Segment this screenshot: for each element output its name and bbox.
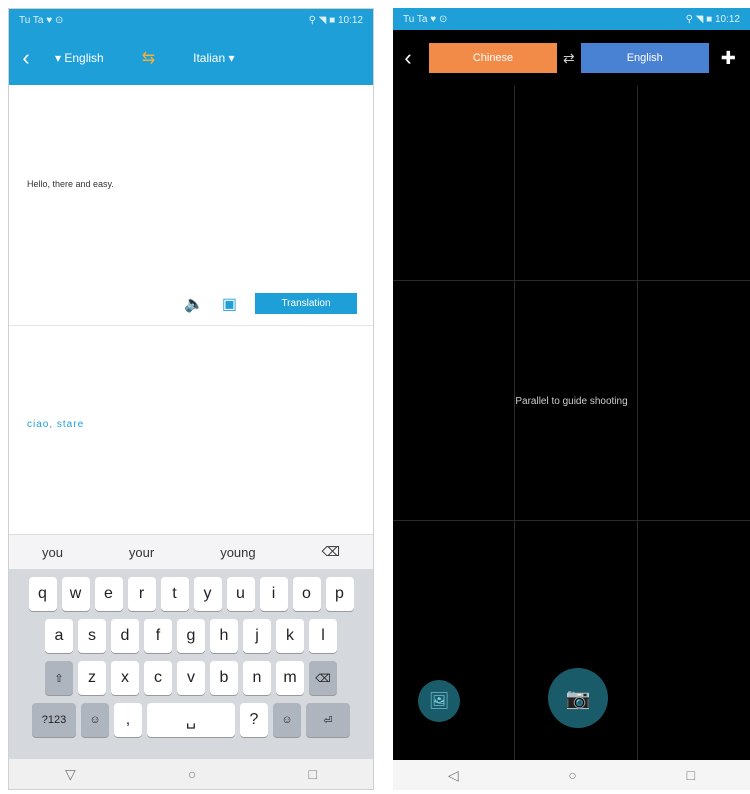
key-z[interactable]: z bbox=[78, 661, 106, 695]
status-right: ⚲ ◥ ■ 10:12 bbox=[685, 13, 740, 25]
emoji-key[interactable]: ☺ bbox=[81, 703, 109, 737]
keyboard-row-2: a s d f g h j k l bbox=[13, 619, 369, 653]
target-language-button[interactable]: English bbox=[580, 43, 709, 73]
clear-icon[interactable]: ▣ bbox=[222, 294, 237, 314]
back-icon[interactable]: ‹ bbox=[9, 45, 43, 71]
key-r[interactable]: r bbox=[127, 577, 156, 611]
grid-line bbox=[393, 520, 750, 521]
key-q[interactable]: q bbox=[28, 577, 57, 611]
shooting-hint: Parallel to guide shooting bbox=[515, 396, 628, 407]
key-x[interactable]: x bbox=[111, 661, 139, 695]
key-e[interactable]: e bbox=[94, 577, 123, 611]
translation-result: ciao, stare bbox=[27, 419, 85, 430]
key-n[interactable]: n bbox=[243, 661, 271, 695]
add-icon[interactable]: ✚ bbox=[721, 48, 736, 69]
keyboard-row-1: q w e r t y u i o p bbox=[13, 577, 369, 611]
source-language-button[interactable]: Chinese bbox=[429, 43, 557, 73]
keyboard-row-3: ⇧ z x c v b n m ⌫ bbox=[13, 661, 369, 695]
space-key[interactable]: ␣ bbox=[147, 703, 235, 737]
suggestion-item[interactable]: young bbox=[220, 545, 255, 560]
question-key[interactable]: ? bbox=[240, 703, 268, 737]
key-i[interactable]: i bbox=[259, 577, 288, 611]
gallery-button[interactable]: 🖼 bbox=[418, 680, 460, 722]
system-nav-bar: ▽ ○ □ bbox=[9, 759, 373, 789]
shift-key[interactable]: ⇧ bbox=[45, 661, 73, 695]
emoji-key-2[interactable]: ☺ bbox=[273, 703, 301, 737]
left-phone-screen: Tu Ta ♥ ⊙ ⚲ ◥ ■ 10:12 ‹ ▾ English ⇆ Ital… bbox=[8, 8, 374, 790]
nav-recent-icon[interactable]: □ bbox=[687, 767, 695, 783]
key-a[interactable]: a bbox=[45, 619, 73, 653]
key-m[interactable]: m bbox=[276, 661, 304, 695]
suggestion-delete-icon[interactable]: ⌫ bbox=[322, 544, 340, 560]
key-p[interactable]: p bbox=[325, 577, 354, 611]
source-text-input[interactable]: Hello, there and easy. bbox=[27, 179, 114, 189]
key-y[interactable]: y bbox=[193, 577, 222, 611]
target-language-select[interactable]: Italian ▾ bbox=[193, 51, 234, 65]
symbols-key[interactable]: ?123 bbox=[32, 703, 76, 737]
back-icon[interactable]: ‹ bbox=[393, 45, 423, 71]
key-t[interactable]: t bbox=[160, 577, 189, 611]
swap-language-icon[interactable]: ⇆ bbox=[142, 48, 155, 68]
nav-back-icon[interactable]: ◁ bbox=[448, 767, 459, 784]
app-bar: ‹ ▾ English ⇆ Italian ▾ bbox=[9, 31, 373, 85]
key-u[interactable]: u bbox=[226, 577, 255, 611]
backspace-key[interactable]: ⌫ bbox=[309, 661, 337, 695]
shutter-button[interactable]: 📷 bbox=[548, 668, 608, 728]
image-icon: 🖼 bbox=[428, 693, 450, 710]
enter-key[interactable]: ⏎ bbox=[306, 703, 350, 737]
key-o[interactable]: o bbox=[292, 577, 321, 611]
suggestion-bar: you your young ⌫ bbox=[9, 534, 373, 569]
key-g[interactable]: g bbox=[177, 619, 205, 653]
nav-back-icon[interactable]: ▽ bbox=[65, 766, 76, 783]
grid-line bbox=[637, 86, 638, 760]
comma-key[interactable]: , bbox=[114, 703, 142, 737]
swap-language-icon[interactable]: ⇄ bbox=[563, 50, 575, 67]
source-language-select[interactable]: ▾ English bbox=[55, 51, 104, 65]
onscreen-keyboard: q w e r t y u i o p a s d f g h j k l ⇧ … bbox=[9, 569, 373, 761]
status-left: Tu Ta ♥ ⊙ bbox=[19, 14, 64, 26]
key-j[interactable]: j bbox=[243, 619, 271, 653]
key-c[interactable]: c bbox=[144, 661, 172, 695]
status-right: ⚲ ◥ ■ 10:12 bbox=[308, 14, 363, 26]
speaker-icon[interactable]: 🔈 bbox=[184, 294, 204, 314]
right-phone-screen: Tu Ta ♥ ⊙ ⚲ ◥ ■ 10:12 ‹ Chinese ⇄ Englis… bbox=[393, 8, 750, 790]
status-bar: Tu Ta ♥ ⊙ ⚲ ◥ ■ 10:12 bbox=[9, 9, 373, 31]
system-nav-bar: ◁ ○ □ bbox=[393, 760, 750, 790]
status-bar: Tu Ta ♥ ⊙ ⚲ ◥ ■ 10:12 bbox=[393, 8, 750, 30]
camera-icon: 📷 bbox=[565, 687, 591, 710]
keyboard-row-4: ?123 ☺ , ␣ ? ☺ ⏎ bbox=[13, 703, 369, 737]
grid-line bbox=[393, 280, 750, 281]
key-k[interactable]: k bbox=[276, 619, 304, 653]
suggestion-item[interactable]: your bbox=[129, 545, 154, 560]
camera-top-bar: ‹ Chinese ⇄ English ✚ bbox=[393, 30, 750, 86]
key-d[interactable]: d bbox=[111, 619, 139, 653]
nav-recent-icon[interactable]: □ bbox=[308, 766, 316, 782]
translate-button[interactable]: Translation bbox=[255, 293, 357, 314]
key-s[interactable]: s bbox=[78, 619, 106, 653]
nav-home-icon[interactable]: ○ bbox=[568, 767, 576, 783]
key-w[interactable]: w bbox=[61, 577, 90, 611]
key-f[interactable]: f bbox=[144, 619, 172, 653]
key-b[interactable]: b bbox=[210, 661, 238, 695]
grid-line bbox=[514, 86, 515, 760]
suggestion-item[interactable]: you bbox=[42, 545, 63, 560]
key-l[interactable]: l bbox=[309, 619, 337, 653]
status-left: Tu Ta ♥ ⊙ bbox=[403, 13, 448, 25]
divider bbox=[9, 325, 373, 326]
key-h[interactable]: h bbox=[210, 619, 238, 653]
nav-home-icon[interactable]: ○ bbox=[188, 766, 196, 782]
key-v[interactable]: v bbox=[177, 661, 205, 695]
translation-actions: 🔈 ▣ Translation bbox=[184, 293, 357, 314]
